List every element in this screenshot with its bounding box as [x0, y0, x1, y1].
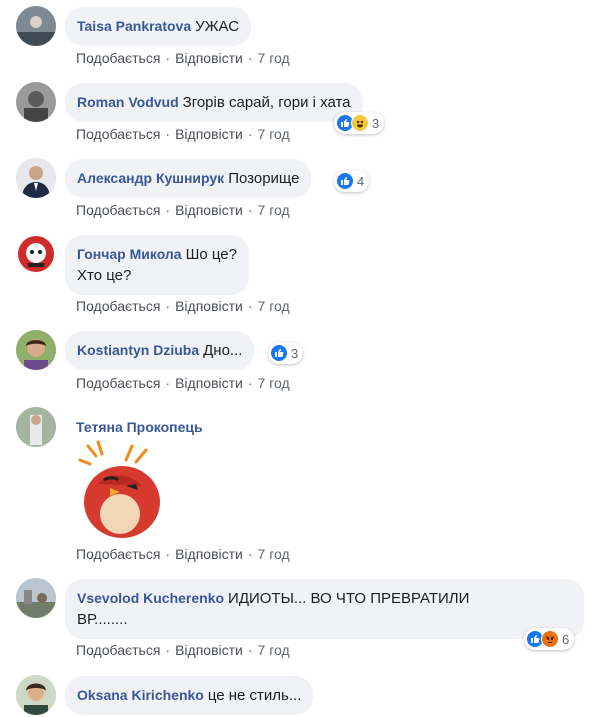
like-link[interactable]: Подобається — [76, 50, 160, 66]
comment-text: Хто це? — [77, 267, 132, 284]
avatar[interactable] — [16, 578, 56, 618]
comment-author[interactable]: Александр Кушнирук — [77, 170, 224, 186]
separator-dot: · — [247, 126, 253, 142]
comment-time[interactable]: 7 год — [258, 375, 290, 391]
separator-dot: · — [165, 202, 171, 218]
comment-bubble: Vsevolod Kucherenko ИДИОТЫ... ВО ЧТО ПРЕВ… — [65, 579, 584, 639]
avatar[interactable] — [16, 675, 56, 715]
reaction-summary[interactable]: 3 — [268, 342, 304, 364]
comment-author[interactable]: Roman Vodvud — [77, 94, 179, 110]
comment-text: ВР........ — [77, 611, 128, 628]
separator-dot: · — [165, 298, 171, 314]
reply-link[interactable]: Відповісти — [175, 202, 243, 218]
separator-dot: · — [247, 546, 253, 562]
comment-time[interactable]: 7 год — [258, 202, 290, 218]
haha-icon — [351, 114, 369, 132]
like-link[interactable]: Подобається — [76, 375, 160, 391]
comment-time[interactable]: 7 год — [258, 642, 290, 658]
comment-time[interactable]: 7 год — [258, 50, 290, 66]
like-link[interactable]: Подобається — [76, 202, 160, 218]
comment-text: УЖАС — [195, 18, 240, 35]
reaction-summary[interactable]: 3 — [334, 112, 385, 134]
avatar[interactable] — [16, 158, 56, 198]
separator-dot: · — [247, 298, 253, 314]
comment-actions: Подобається · Відповісти · 7 год — [76, 202, 290, 218]
separator-dot: · — [165, 375, 171, 391]
separator-dot: · — [247, 50, 253, 66]
comment-actions: Подобається · Відповісти · 7 год — [76, 642, 290, 658]
reaction-count: 3 — [372, 115, 380, 131]
separator-dot: · — [247, 202, 253, 218]
comment-bubble: Roman Vodvud Згорів сарай, гори і хата — [65, 83, 363, 122]
separator-dot: · — [247, 642, 253, 658]
angry-red-bird-sticker — [76, 440, 168, 540]
comment-text: ИДИОТЫ... ВО ЧТО ПРЕВРАТИЛИ — [228, 590, 470, 607]
comment-actions: Подобається · Відповісти · 7 год — [76, 298, 290, 314]
avatar[interactable] — [16, 6, 56, 46]
comment-author[interactable]: Kostiantyn Dziuba — [77, 342, 199, 358]
comment-bubble: Гончар Микола Шо це? Хто це? — [65, 235, 249, 295]
like-link[interactable]: Подобається — [76, 642, 160, 658]
like-link[interactable]: Подобається — [76, 546, 160, 562]
separator-dot: · — [165, 642, 171, 658]
like-icon — [336, 172, 354, 190]
reaction-count: 3 — [291, 345, 299, 361]
avatar[interactable] — [16, 407, 56, 447]
comment-text: Згорів сарай, гори і хата — [182, 94, 351, 111]
avatar[interactable] — [16, 330, 56, 370]
avatar[interactable] — [16, 234, 56, 274]
avatar[interactable] — [16, 82, 56, 122]
comment-author[interactable]: Oksana Kirichenko — [77, 687, 204, 703]
reaction-summary[interactable]: 4 — [334, 170, 370, 192]
comment-bubble: Oksana Kirichenko це не стиль... — [65, 676, 314, 715]
comment-bubble: Taisa Pankratova УЖАС — [65, 7, 252, 46]
comment-author[interactable]: Vsevolod Kucherenko — [77, 590, 224, 606]
reply-link[interactable]: Відповісти — [175, 375, 243, 391]
comment-text: Позорище — [228, 170, 300, 187]
reply-link[interactable]: Відповісти — [175, 298, 243, 314]
reaction-count: 4 — [357, 173, 365, 189]
reply-link[interactable]: Відповісти — [175, 546, 243, 562]
separator-dot: · — [247, 375, 253, 391]
reaction-count: 6 — [562, 631, 570, 647]
like-icon — [270, 344, 288, 362]
comment-time[interactable]: 7 год — [258, 126, 290, 142]
separator-dot: · — [165, 546, 171, 562]
comment-author[interactable]: Тетяна Прокопець — [76, 419, 203, 435]
comment-actions: Подобається · Відповісти · 7 год — [76, 546, 290, 562]
comment-text: Дно... — [203, 342, 243, 359]
reply-link[interactable]: Відповісти — [175, 642, 243, 658]
like-link[interactable]: Подобається — [76, 126, 160, 142]
comment-author[interactable]: Taisa Pankratova — [77, 18, 191, 34]
comment-time[interactable]: 7 год — [258, 298, 290, 314]
comment-text: це не стиль... — [207, 687, 302, 704]
reply-link[interactable]: Відповісти — [175, 126, 243, 142]
angry-icon — [541, 630, 559, 648]
comment-text: Шо це? — [185, 246, 237, 263]
separator-dot: · — [165, 126, 171, 142]
comment-actions: Подобається · Відповісти · 7 год — [76, 50, 290, 66]
comment-bubble: Kostiantyn Dziuba Дно... — [65, 331, 255, 370]
comment-actions: Подобається · Відповісти · 7 год — [76, 375, 290, 391]
like-link[interactable]: Подобається — [76, 298, 160, 314]
separator-dot: · — [165, 50, 171, 66]
comment-time[interactable]: 7 год — [258, 546, 290, 562]
reply-link[interactable]: Відповісти — [175, 50, 243, 66]
comment-actions: Подобається · Відповісти · 7 год — [76, 126, 290, 142]
comment-author[interactable]: Гончар Микола — [77, 246, 182, 262]
comment-bubble: Александр Кушнирук Позорище — [65, 159, 312, 198]
reaction-summary[interactable]: 6 — [524, 628, 575, 650]
